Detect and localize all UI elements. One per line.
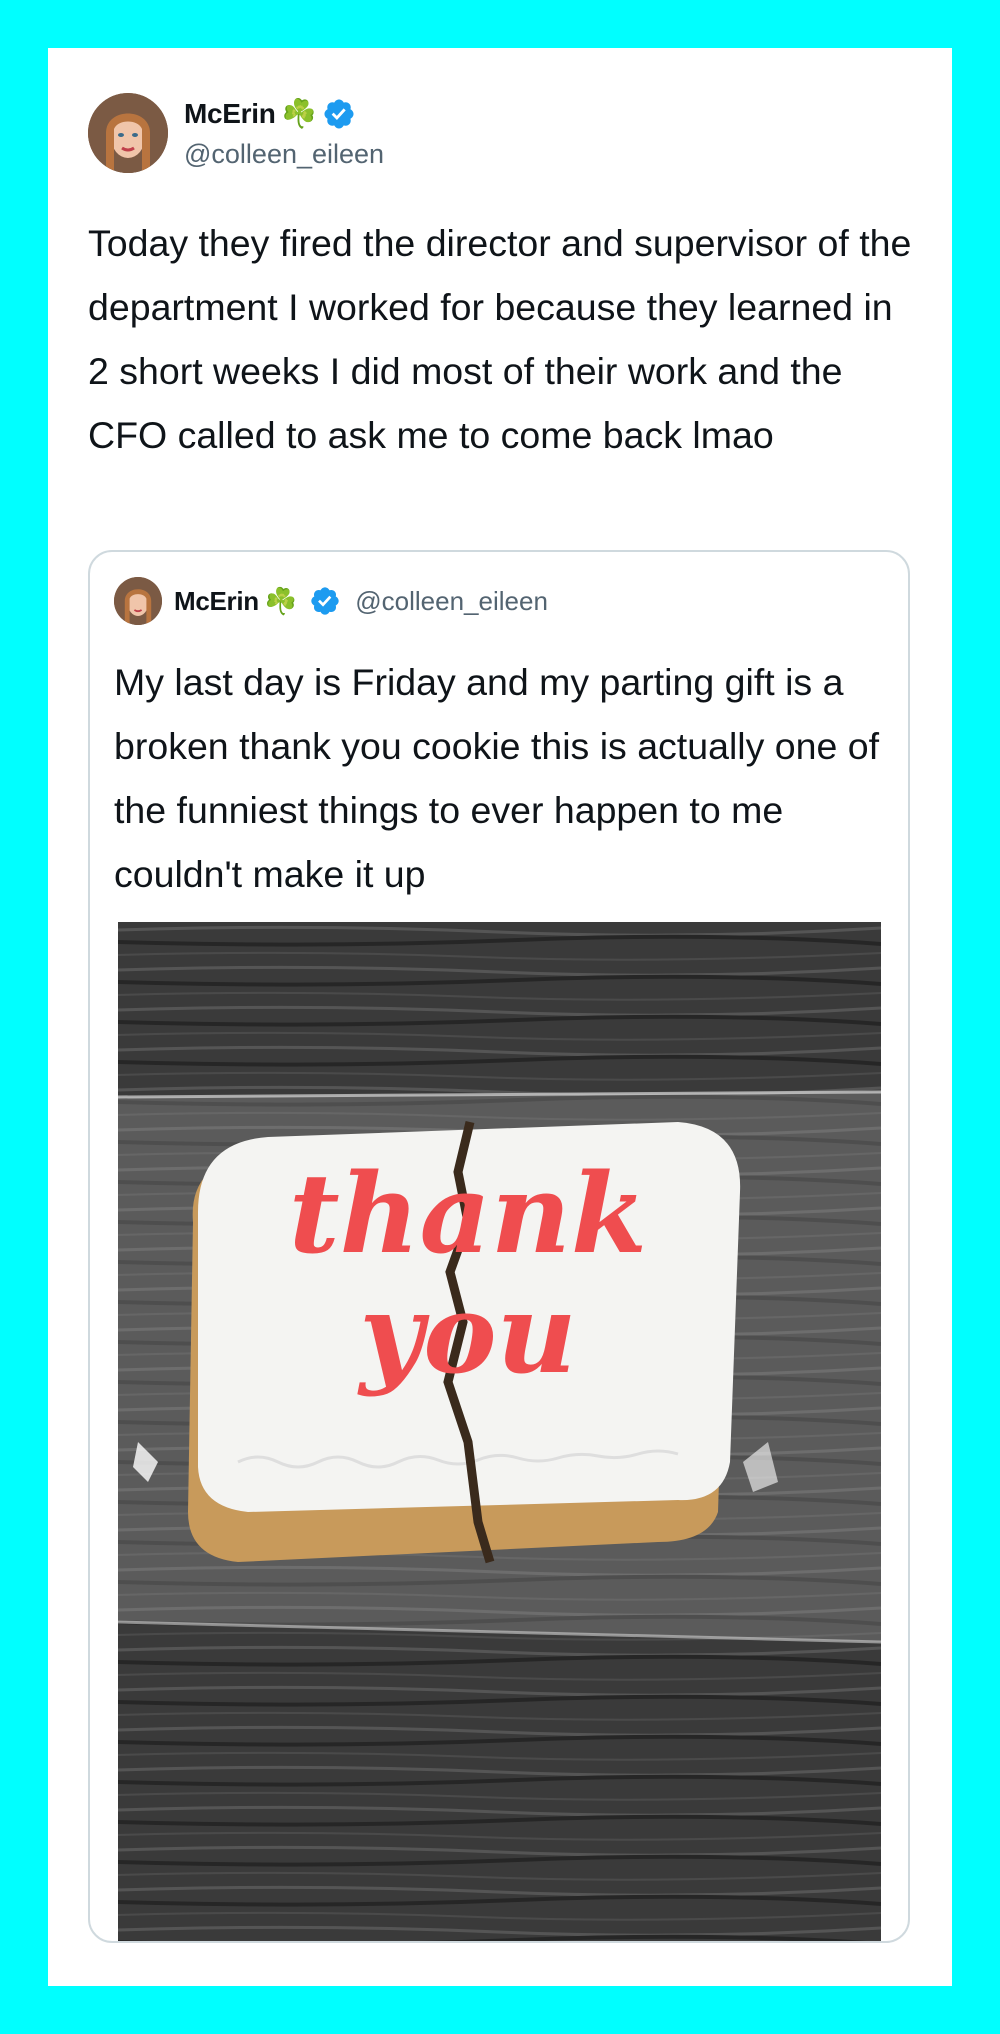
avatar[interactable] bbox=[88, 93, 168, 173]
verified-badge-icon bbox=[309, 585, 341, 617]
cookie-you-text: you bbox=[356, 1269, 576, 1398]
author-row: McErin ☘️ bbox=[184, 97, 356, 131]
quoted-author-handle: @colleen_eileen bbox=[355, 585, 548, 616]
tweet-card: McErin ☘️ @colleen_eileen Today they fir… bbox=[48, 48, 952, 1986]
quoted-avatar bbox=[114, 577, 162, 625]
shamrock-icon: ☘️ bbox=[281, 98, 317, 129]
quoted-tweet-text: My last day is Friday and my parting gif… bbox=[114, 661, 880, 895]
tweet-text: Today they fired the director and superv… bbox=[88, 222, 912, 456]
author-handle[interactable]: @colleen_eileen bbox=[184, 139, 384, 170]
author-name[interactable]: McErin bbox=[184, 98, 276, 130]
tweet-header: McErin ☘️ @colleen_eileen bbox=[88, 93, 888, 173]
shamrock-icon: ☘️ bbox=[264, 586, 298, 616]
quoted-tweet-header: McErin ☘️ @colleen_eileen bbox=[114, 576, 548, 626]
quoted-author-name: McErin bbox=[174, 585, 259, 616]
cookie-thank-text: thank bbox=[289, 1149, 647, 1278]
cookie-photo[interactable]: thank you bbox=[118, 922, 881, 1941]
quoted-tweet[interactable]: McErin ☘️ @colleen_eileen My last day is… bbox=[88, 550, 910, 1943]
verified-badge-icon bbox=[322, 97, 356, 131]
